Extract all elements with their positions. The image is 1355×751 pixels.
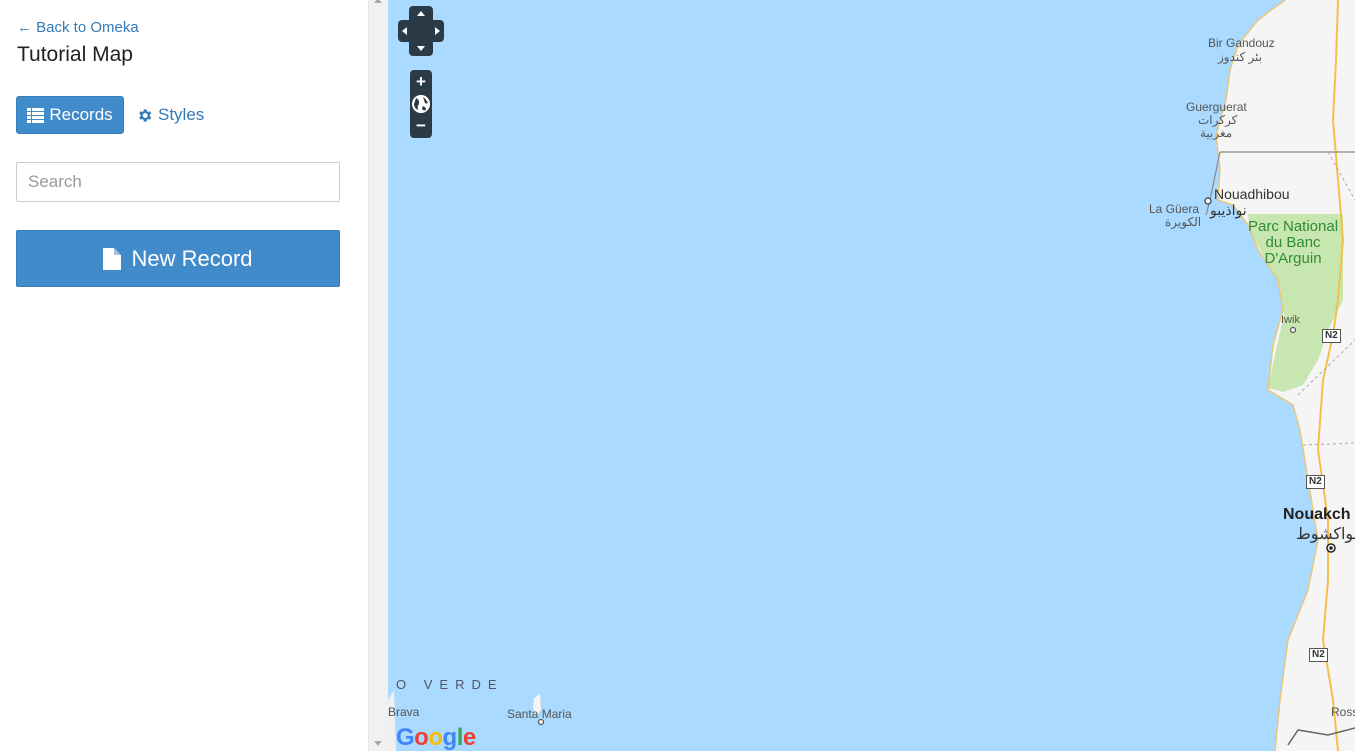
globe-icon[interactable] [412,95,430,113]
back-to-omeka-link[interactable]: ← Back to Omeka [17,19,139,36]
label-park: Parc National du Banc D'Arguin [1248,218,1339,267]
scroll-down-arrow[interactable] [374,741,382,746]
records-tab-button[interactable]: Records [16,96,124,134]
road-shield: N2 [1322,329,1341,343]
label-santa-maria: Santa Maria [507,707,572,721]
label-bir-gandouz: Bir Gandouz [1208,36,1275,50]
gear-icon [139,108,152,122]
label-nouadhibou-ar: نواذيبو [1210,202,1247,218]
new-record-label: New Record [131,245,253,271]
label-la-guera: La Güera [1149,202,1200,216]
google-logo: Google [396,724,476,751]
minus-icon[interactable]: − [416,116,426,136]
sidebar: ← Back to Omeka Tutorial Map Records Sty… [0,0,368,751]
label-brava: Brava [388,705,420,719]
styles-tab-button[interactable]: Styles [136,96,204,134]
records-label: Records [49,105,113,124]
label-guerguerat: Guerguerat [1186,100,1247,114]
page: ← Back to Omeka Tutorial Map Records Sty… [0,0,1355,751]
label-nouakchott-ar: نواكشوط [1296,526,1355,543]
label-nouakchott: Nouakch [1283,506,1351,523]
plus-icon[interactable]: + [416,72,426,92]
label-guerguerat-ar1: كركرات [1198,113,1238,127]
new-record-button[interactable]: New Record [16,230,340,287]
pan-control[interactable] [398,6,444,56]
label-bir-gandouz-ar: بئر كندوز [1218,50,1263,64]
list-icon [27,107,45,123]
label-guerguerat-ar2: مغربية [1200,126,1233,140]
label-la-guera-ar: الكويرة [1165,215,1202,229]
scrollbar[interactable] [368,0,388,751]
label-cabo-verde: O VERDE [396,677,504,692]
label-ross: Ross [1331,705,1355,719]
map-canvas[interactable]: Bir Gandouz بئر كندوز Guerguerat كركرات … [388,0,1355,751]
scroll-up-arrow[interactable] [374,0,382,3]
label-nouadhibou: Nouadhibou [1214,186,1290,202]
road-shield: N2 [1306,475,1325,489]
search-input[interactable] [16,162,340,202]
zoom-control: + − [410,70,432,138]
road-shield: N2 [1309,648,1328,662]
label-iwik: Iwik [1281,314,1300,326]
styles-label: Styles [158,105,205,124]
file-icon [103,247,122,270]
page-title: Tutorial Map [17,43,133,66]
